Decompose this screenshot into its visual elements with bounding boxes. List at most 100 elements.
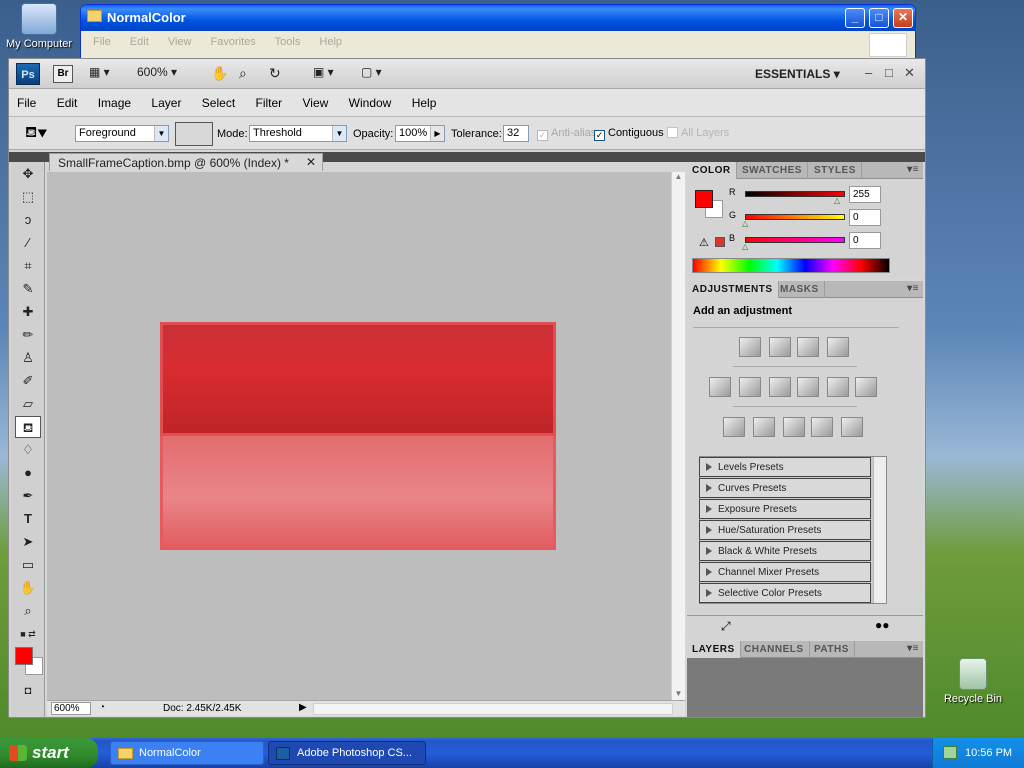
panel-menu-icon[interactable]: ▾≡ xyxy=(907,283,919,294)
red-value-input[interactable]: 255 xyxy=(849,186,881,203)
tab-masks[interactable]: MASKS xyxy=(775,281,825,298)
rotate-view-icon[interactable]: ↻ xyxy=(269,65,281,82)
gamut-color-swatch[interactable] xyxy=(715,237,725,247)
workspace-switcher[interactable]: ESSENTIALS ▾ xyxy=(755,67,840,81)
threshold-icon[interactable] xyxy=(783,417,805,437)
brush-tool-icon[interactable]: ✏ xyxy=(15,324,41,346)
green-slider[interactable]: △ xyxy=(742,214,845,228)
zoom-tool-icon[interactable]: ⌕ xyxy=(239,65,247,82)
close-icon[interactable]: ✕ xyxy=(306,155,316,169)
menu-edit[interactable]: Edit xyxy=(57,96,78,110)
exposure-icon[interactable] xyxy=(827,337,849,357)
slider-thumb-icon[interactable]: △ xyxy=(742,242,748,251)
tab-color[interactable]: COLOR xyxy=(687,162,737,179)
pen-tool-icon[interactable]: ✒ xyxy=(15,485,41,507)
zoom-tool-icon[interactable]: ⌕ xyxy=(15,600,41,622)
gamut-warning-icon[interactable]: ⚠ xyxy=(699,236,709,249)
menu-layer[interactable]: Layer xyxy=(151,96,181,110)
type-tool-icon[interactable]: T xyxy=(15,508,41,530)
bridge-button[interactable]: Br xyxy=(53,65,73,83)
app-close-button[interactable]: ✕ xyxy=(904,65,915,81)
recycle-bin-desktop-icon[interactable]: Recycle Bin xyxy=(936,658,1010,705)
all-layers-checkbox[interactable]: All Layers xyxy=(667,127,729,139)
explorer-menu-help[interactable]: Help xyxy=(319,36,342,48)
list-item-channel-mixer-presets[interactable]: Channel Mixer Presets xyxy=(699,562,871,582)
brightness-contrast-icon[interactable] xyxy=(739,337,761,357)
explorer-menu-tools[interactable]: Tools xyxy=(275,36,301,48)
clip-to-layer-icon[interactable]: ●● xyxy=(875,618,890,632)
blue-value-input[interactable]: 0 xyxy=(849,232,881,249)
swap-colors-icon[interactable]: ■ ⇄ xyxy=(15,623,41,645)
list-item-levels-presets[interactable]: Levels Presets xyxy=(699,457,871,477)
curves-icon[interactable] xyxy=(797,337,819,357)
start-button[interactable]: start xyxy=(0,738,98,768)
minimize-button[interactable]: _ xyxy=(845,8,865,28)
contiguous-checkbox[interactable]: ✓ Contiguous xyxy=(594,127,664,141)
history-brush-tool-icon[interactable]: ✐ xyxy=(15,370,41,392)
gradient-map-icon[interactable] xyxy=(811,417,833,437)
vibrance-icon[interactable] xyxy=(709,377,731,397)
path-selection-tool-icon[interactable]: ➤ xyxy=(15,531,41,553)
explorer-menu-favorites[interactable]: Favorites xyxy=(211,36,256,48)
tab-styles[interactable]: STYLES xyxy=(809,162,862,179)
taskbar-item-photoshop[interactable]: Adobe Photoshop CS... xyxy=(268,741,426,765)
paint-bucket-tool-icon[interactable]: ⛾ xyxy=(15,416,41,438)
menu-image[interactable]: Image xyxy=(98,96,131,110)
eyedropper-tool-icon[interactable]: ✎ xyxy=(15,278,41,300)
color-panel-foreground-swatch[interactable] xyxy=(695,190,713,208)
scroll-down-icon[interactable]: ▼ xyxy=(672,689,685,698)
selective-color-icon[interactable] xyxy=(841,417,863,437)
expand-view-icon[interactable]: ⤢ xyxy=(721,619,731,634)
foreground-color-swatch[interactable] xyxy=(15,647,33,665)
explorer-menu-file[interactable]: File xyxy=(93,36,111,48)
fill-source-select[interactable]: Foreground ▼ xyxy=(75,125,169,142)
black-white-icon[interactable] xyxy=(797,377,819,397)
marquee-tool-icon[interactable]: ⬚ xyxy=(15,186,41,208)
green-value-input[interactable]: 0 xyxy=(849,209,881,226)
tab-adjustments[interactable]: ADJUSTMENTS xyxy=(687,281,779,298)
canvas-area[interactable] xyxy=(47,172,671,700)
zoom-field[interactable]: 600% xyxy=(51,702,91,715)
status-arrow-icon[interactable]: ▶ xyxy=(299,702,307,713)
tolerance-input[interactable]: 32 xyxy=(503,125,529,142)
mode-select[interactable]: Threshold ▼ xyxy=(249,125,347,142)
anti-alias-checkbox[interactable]: ✓ Anti-alias xyxy=(537,127,596,141)
red-slider[interactable]: △ xyxy=(745,191,845,205)
network-icon[interactable] xyxy=(943,746,957,759)
list-item-selective-color-presets[interactable]: Selective Color Presets xyxy=(699,583,871,603)
list-item-hue-saturation-presets[interactable]: Hue/Saturation Presets xyxy=(699,520,871,540)
panel-menu-icon[interactable]: ▾≡ xyxy=(907,643,919,654)
document-tab[interactable]: SmallFrameCaption.bmp @ 600% (Index) * ✕ xyxy=(49,153,323,171)
magic-wand-tool-icon[interactable]: ⁄ xyxy=(15,232,41,254)
scroll-up-icon[interactable]: ▲ xyxy=(672,172,685,181)
horizontal-scrollbar[interactable] xyxy=(313,703,673,715)
lasso-tool-icon[interactable]: ↄ xyxy=(15,209,41,231)
arrange-documents-button[interactable]: ▣ ▾ xyxy=(313,65,334,79)
color-swatches[interactable] xyxy=(11,645,44,679)
hue-saturation-icon[interactable] xyxy=(739,377,761,397)
app-maximize-button[interactable]: □ xyxy=(885,65,893,80)
explorer-menu-edit[interactable]: Edit xyxy=(130,36,149,48)
paint-bucket-preset-icon[interactable]: ⛾▾ xyxy=(25,124,47,143)
zoom-level-dropdown[interactable]: 600% ▾ xyxy=(137,65,177,79)
list-item-exposure-presets[interactable]: Exposure Presets xyxy=(699,499,871,519)
menu-help[interactable]: Help xyxy=(412,96,437,110)
dodge-tool-icon[interactable]: ● xyxy=(15,462,41,484)
photo-filter-icon[interactable] xyxy=(827,377,849,397)
list-item-black-white-presets[interactable]: Black & White Presets xyxy=(699,541,871,561)
tab-paths[interactable]: PATHS xyxy=(809,641,855,658)
tab-layers[interactable]: LAYERS xyxy=(687,641,741,658)
menu-view[interactable]: View xyxy=(303,96,329,110)
blue-slider[interactable]: △ xyxy=(742,237,845,251)
clock[interactable]: 10:56 PM xyxy=(965,747,1012,759)
app-minimize-button[interactable]: – xyxy=(865,65,872,80)
color-balance-icon[interactable] xyxy=(769,377,791,397)
menu-file[interactable]: File xyxy=(17,96,36,110)
tab-swatches[interactable]: SWATCHES xyxy=(737,162,808,179)
menu-filter[interactable]: Filter xyxy=(256,96,283,110)
posterize-icon[interactable] xyxy=(753,417,775,437)
vertical-scrollbar[interactable]: ▲ ▼ xyxy=(671,172,685,700)
screen-mode-button[interactable]: ▢ ▾ xyxy=(361,65,382,79)
my-computer-desktop-icon[interactable]: My Computer xyxy=(2,3,76,50)
crop-tool-icon[interactable]: ⌗ xyxy=(15,255,41,277)
